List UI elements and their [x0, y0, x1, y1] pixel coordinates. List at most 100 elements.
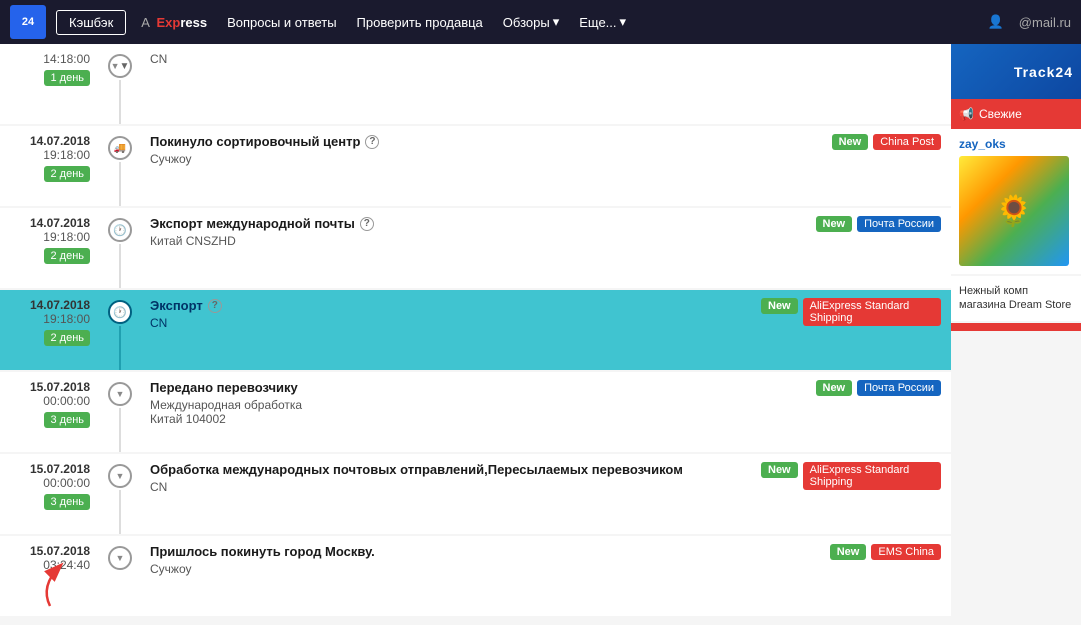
badges-1: New China Post — [751, 126, 951, 206]
event-title-6: Пришлось покинуть город Москву. — [150, 544, 741, 559]
help-icon-2[interactable]: ? — [360, 217, 374, 231]
timeline-item-2: 14.07.2018 19:18:00 2 день 🕐 Экспорт меж… — [0, 208, 951, 288]
content-5: Обработка международных почтовых отправл… — [140, 454, 751, 534]
event-title-text-6: Пришлось покинуть город Москву. — [150, 544, 375, 559]
nav-reviews[interactable]: Обзоры ▾ — [503, 14, 559, 30]
badge-new-1: New — [832, 134, 869, 150]
time-5: 00:00:00 — [43, 476, 90, 490]
fresh-banner[interactable]: 📢 Свежие — [951, 99, 1081, 129]
page-wrapper: 24 Кэшбэк A Express Вопросы и ответы Про… — [0, 0, 1081, 625]
time-4: 00:00:00 — [43, 394, 90, 408]
icon-col-6: ▼ — [100, 536, 140, 616]
date-col-1: 14.07.2018 19:18:00 2 день — [0, 126, 100, 206]
arrow-down-icon-6: ▼ — [108, 546, 132, 570]
event-subtitle-5: CN — [150, 480, 741, 494]
right-sidebar: Track24 📢 Свежие zay_oks 🌻 Нежный комп м… — [951, 44, 1081, 625]
content-1: Покинуло сортировочный центр ? Сучжоу — [140, 126, 751, 206]
product-card: Нежный комп магазина Dream Store — [951, 276, 1081, 321]
user-image: 🌻 — [959, 156, 1069, 266]
badge-aliexpress-5: AliExpress Standard Shipping — [803, 462, 941, 490]
nav-more[interactable]: Еще... ▾ — [579, 14, 626, 30]
timeline-line-4 — [119, 408, 121, 452]
date-col-2: 14.07.2018 19:18:00 2 день — [0, 208, 100, 288]
badge-new-5: New — [761, 462, 798, 478]
date-4: 15.07.2018 — [30, 380, 90, 394]
badge-pochta-2: Почта России — [857, 216, 941, 232]
icon-col-top: ▼ — [100, 44, 140, 124]
timeline-item-5: 15.07.2018 00:00:00 3 день ▼ Обработка м… — [0, 454, 951, 534]
event-subtitle-4a: Международная обработка — [150, 398, 741, 412]
badges-6: New EMS China — [751, 536, 951, 616]
timeline-line-3 — [119, 326, 121, 370]
username: zay_oks — [959, 137, 1073, 151]
timeline-line-2 — [119, 244, 121, 288]
header: 24 Кэшбэк A Express Вопросы и ответы Про… — [0, 0, 1081, 44]
express-exp: Exp — [156, 15, 180, 30]
badge-new-6: New — [830, 544, 867, 560]
track24-label: Track24 — [1014, 64, 1073, 80]
timeline-item-4: 15.07.2018 00:00:00 3 день ▼ Передано пе… — [0, 372, 951, 452]
main-nav: Вопросы и ответы Проверить продавца Обзо… — [227, 14, 978, 30]
nav-faq[interactable]: Вопросы и ответы — [227, 15, 336, 30]
event-title-text-3: Экспорт — [150, 298, 203, 313]
badge-new-3: New — [761, 298, 798, 314]
date-3: 14.07.2018 — [30, 298, 90, 312]
badge-new-2: New — [816, 216, 853, 232]
day-badge-1: 2 день — [44, 166, 90, 182]
user-section: zay_oks 🌻 — [951, 129, 1081, 274]
user-email: @mail.ru — [1019, 15, 1071, 30]
time-2: 19:18:00 — [43, 230, 90, 244]
nav-verify[interactable]: Проверить продавца — [357, 15, 483, 30]
time-top: 14:18:00 — [43, 52, 90, 66]
icon-col-4: ▼ — [100, 372, 140, 452]
aliexpress-link[interactable]: A Express — [141, 15, 207, 30]
track24-banner: Track24 — [951, 44, 1081, 99]
cashback-button[interactable]: Кэшбэк — [56, 10, 126, 35]
icon-col-5: ▼ — [100, 454, 140, 534]
clock-icon-2: 🕐 — [108, 218, 132, 242]
event-title-text-2: Экспорт международной почты — [150, 216, 355, 231]
badges-5: New AliExpress Standard Shipping — [751, 454, 951, 534]
date-2: 14.07.2018 — [30, 216, 90, 230]
event-subtitle-6: Сучжоу — [150, 562, 741, 576]
event-subtitle-4b: Китай 104002 — [150, 412, 741, 426]
badge-aliexpress-3: AliExpress Standard Shipping — [803, 298, 941, 326]
content-4: Передано перевозчику Международная обраб… — [140, 372, 751, 452]
date-6: 15.07.2018 — [30, 544, 90, 558]
express-ress: ress — [180, 15, 207, 30]
event-subtitle-3: CN — [150, 316, 741, 330]
day-badge-2: 2 день — [44, 248, 90, 264]
day-badge-5: 3 день — [44, 494, 90, 510]
red-band — [951, 323, 1081, 331]
user-icon[interactable]: 👤 — [988, 14, 1004, 30]
truck-icon: 🚚 — [108, 136, 132, 160]
day-badge-top: 1 день — [44, 70, 90, 86]
content-top: CN — [140, 44, 751, 124]
help-icon-3[interactable]: ? — [208, 299, 222, 313]
date-col-top: 14:18:00 1 день — [0, 44, 100, 124]
megaphone-icon: 📢 — [959, 107, 974, 121]
timeline-item-6: 15.07.2018 03:24:40 ▼ Пришлось покинуть … — [0, 536, 951, 616]
express-a: A — [141, 15, 149, 30]
timeline-line-5 — [119, 490, 121, 534]
clock-icon-3: 🕐 — [108, 300, 132, 324]
time-3: 19:18:00 — [43, 312, 90, 326]
day-badge-4: 3 день — [44, 412, 90, 428]
timeline-item-1: 14.07.2018 19:18:00 2 день 🚚 Покинуло со… — [0, 126, 951, 206]
timeline-line-1 — [119, 162, 121, 206]
event-title-4: Передано перевозчику — [150, 380, 741, 395]
product-title: Нежный комп магазина Dream Store — [959, 284, 1073, 313]
arrow-down-icon-5: ▼ — [108, 464, 132, 488]
help-icon-1[interactable]: ? — [365, 135, 379, 149]
event-location-top: CN — [150, 52, 741, 66]
date-col-4: 15.07.2018 00:00:00 3 день — [0, 372, 100, 452]
event-title-3: Экспорт ? — [150, 298, 741, 313]
content-2: Экспорт международной почты ? Китай CNSZ… — [140, 208, 751, 288]
time-1: 19:18:00 — [43, 148, 90, 162]
chevron-down-icon: ▾ — [620, 14, 627, 30]
icon-col-1: 🚚 — [100, 126, 140, 206]
header-right: 👤 @mail.ru — [988, 14, 1071, 30]
chevron-down-icon: ▾ — [553, 14, 560, 30]
arrow-down-icon: ▼ — [108, 54, 132, 78]
event-title-text-1: Покинуло сортировочный центр — [150, 134, 360, 149]
